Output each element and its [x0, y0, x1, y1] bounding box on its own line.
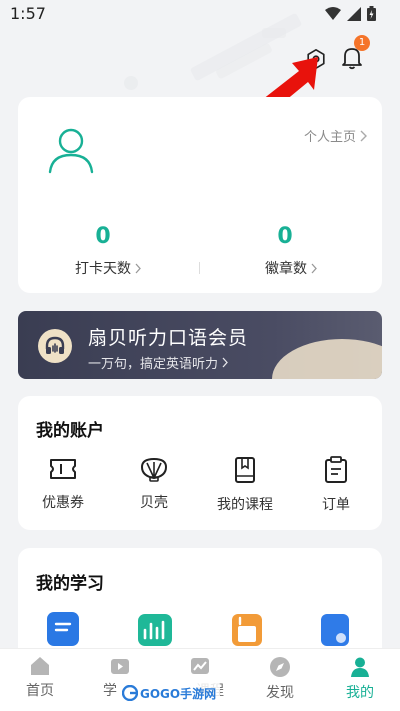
status-time: 1:57 [10, 4, 46, 23]
vip-subtitle: 一万句，搞定英语听力 [88, 353, 228, 372]
clipboard-icon [325, 456, 347, 483]
orders-label: 订单 [322, 497, 350, 513]
my-courses-item[interactable]: 我的课程 [205, 456, 285, 514]
notification-badge: 1 [354, 35, 370, 51]
person-icon [351, 657, 369, 677]
checkin-days-link[interactable]: 打卡天数 [75, 258, 141, 278]
tab-mine[interactable]: 我的 [330, 656, 390, 702]
checkin-days-label: 打卡天数 [75, 261, 131, 277]
watermark-text: GOGO手游网 [140, 686, 217, 701]
status-bar: 1:57 [0, 0, 400, 28]
badges-label: 徽章数 [265, 261, 307, 277]
vip-logo [38, 329, 72, 363]
vip-subtitle-text: 一万句，搞定英语听力 [88, 357, 219, 372]
vip-decor-curve [272, 339, 382, 379]
tab-home[interactable]: 首页 [10, 656, 70, 700]
video-icon [111, 659, 129, 674]
book-icon [235, 457, 255, 483]
compass-icon [270, 657, 290, 677]
study-section-title: 我的学习 [36, 574, 104, 594]
watermark-logo-icon [122, 685, 138, 701]
shell-label: 贝壳 [140, 495, 168, 511]
home-icon [31, 657, 49, 675]
chevron-right-icon [135, 263, 141, 273]
homepage-link[interactable]: 个人主页 [304, 126, 368, 145]
bar-chart-icon [143, 620, 165, 640]
tab-home-label: 首页 [26, 683, 54, 699]
battery-icon [367, 6, 376, 21]
shell-item[interactable]: 贝壳 [114, 456, 194, 512]
vip-title: 扇贝听力口语会员 [88, 327, 249, 349]
shell-icon [140, 457, 168, 482]
chart-icon [191, 658, 209, 674]
ticket-icon [50, 459, 76, 479]
chevron-right-icon [360, 130, 368, 141]
decor-shape [262, 28, 286, 38]
account-section-title: 我的账户 [36, 421, 104, 441]
document-icon [336, 633, 346, 643]
coupon-item[interactable]: 优惠券 [23, 456, 103, 512]
vip-banner[interactable]: 扇贝听力口语会员 一万句，搞定英语听力 [18, 311, 382, 379]
watermark: GOGO手游网 [118, 682, 221, 704]
homepage-link-label: 个人主页 [304, 130, 357, 145]
headphones-icon [45, 336, 65, 354]
orders-item[interactable]: 订单 [296, 456, 376, 514]
coupon-label: 优惠券 [42, 495, 84, 511]
tab-learn-label: 学 [103, 683, 117, 699]
stat-divider [199, 262, 200, 274]
badges-link[interactable]: 徽章数 [265, 258, 317, 278]
study-item-stats[interactable] [138, 614, 172, 646]
my-courses-label: 我的课程 [217, 497, 273, 513]
badges-value: 0 [277, 224, 293, 249]
tab-discover[interactable]: 发现 [250, 656, 310, 702]
study-item-files[interactable] [321, 614, 349, 646]
avatar-icon[interactable] [44, 124, 98, 178]
decor-shape [124, 76, 138, 90]
wifi-icon [325, 6, 341, 20]
study-item-vocab[interactable] [232, 614, 262, 646]
tab-mine-label: 我的 [346, 685, 374, 701]
notes-icon [54, 622, 72, 632]
chevron-right-icon [222, 357, 228, 368]
signal-icon [347, 6, 361, 21]
vocab-icon [238, 616, 256, 642]
study-item-notes[interactable] [47, 612, 79, 646]
checkin-days-value: 0 [95, 224, 111, 249]
status-icons [325, 6, 376, 21]
chevron-right-icon [311, 263, 317, 273]
tab-discover-label: 发现 [266, 685, 294, 701]
